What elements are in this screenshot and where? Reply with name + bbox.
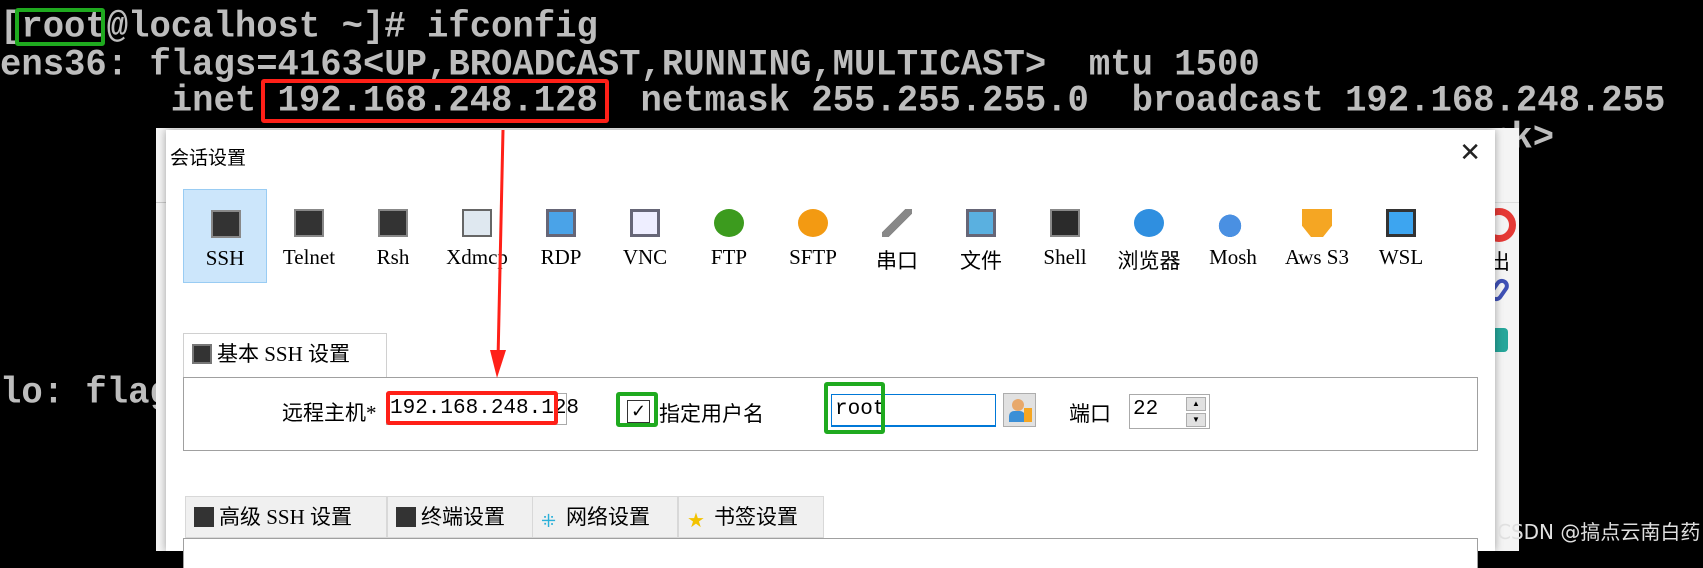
tab-label: 网络设置	[566, 505, 650, 529]
terminal-line-lo: lo: flag	[0, 370, 171, 414]
gears-icon	[396, 507, 416, 527]
protocol-ssh[interactable]: SSH	[183, 189, 267, 283]
tab-basic-ssh[interactable]: 基本 SSH 设置	[183, 333, 387, 378]
globe-icon	[1134, 209, 1164, 237]
highlight-remote-host	[386, 391, 558, 425]
terminal-line-inet: inet 192.168.248.128 netmask 255.255.255…	[0, 78, 1666, 122]
windows-monitor-icon	[546, 209, 576, 237]
x-monitor-icon	[462, 209, 492, 237]
close-icon[interactable]: ✕	[1459, 138, 1481, 168]
highlight-ip-address	[261, 79, 609, 123]
green-globe-icon	[714, 209, 744, 237]
port-decrement-button[interactable]: ▼	[1186, 413, 1206, 427]
gears-icon	[378, 209, 408, 237]
port-label: 端口	[1069, 402, 1111, 426]
cubes-icon	[1302, 209, 1332, 237]
terminal-icon	[1050, 209, 1080, 237]
tab-advanced-ssh[interactable]: 高级 SSH 设置	[185, 496, 387, 538]
tab-network-settings[interactable]: ⁜ 网络设置	[532, 496, 678, 538]
tab-terminal-settings[interactable]: 终端设置	[387, 496, 533, 538]
globe-monitor-icon	[966, 209, 996, 237]
specify-user-label: 指定用户名	[659, 402, 764, 426]
session-settings-dialog: 会话设置 ✕ SSH Telnet Rsh Xdmcp RDP VNC FTP SFTP 串口文…	[166, 130, 1495, 568]
user-key-button[interactable]	[1003, 393, 1036, 427]
highlight-checkbox	[616, 392, 658, 427]
protocol-rsh[interactable]: Rsh	[351, 189, 435, 283]
protocol-mosh[interactable]: Mosh	[1191, 189, 1275, 283]
satellite-dish-icon	[1218, 209, 1248, 237]
protocol-vnc[interactable]: VNC	[603, 189, 687, 283]
protocol-shell[interactable]: Shell	[1023, 189, 1107, 283]
highlight-username	[824, 382, 885, 434]
protocol-文件[interactable]: 文件	[939, 189, 1023, 283]
protocol-ftp[interactable]: FTP	[687, 189, 771, 283]
protocol-sftp[interactable]: SFTP	[771, 189, 855, 283]
watermark: CSDN @搞点云南白药	[1497, 520, 1701, 544]
plug-icon	[882, 209, 912, 237]
protocol-telnet[interactable]: Telnet	[267, 189, 351, 283]
remote-host-label: 远程主机*	[282, 401, 377, 425]
gem-icon	[294, 209, 324, 237]
protocol-浏览器[interactable]: 浏览器	[1107, 189, 1191, 283]
key-icon	[211, 210, 241, 238]
dialog-title: 会话设置	[170, 147, 247, 169]
protocol-xdmcp[interactable]: Xdmcp	[435, 189, 519, 283]
tab-label: 书签设置	[714, 505, 798, 529]
vnc-monitor-icon	[630, 209, 660, 237]
tab-label: 高级 SSH 设置	[219, 505, 353, 529]
windows-icon	[1386, 209, 1416, 237]
orange-globe-icon	[798, 209, 828, 237]
key-icon	[192, 344, 212, 364]
port-increment-button[interactable]: ▲	[1186, 397, 1206, 411]
protocol-wsl[interactable]: WSL	[1359, 189, 1443, 283]
network-icon: ⁜	[541, 511, 557, 531]
tab-label: 基本 SSH 设置	[217, 342, 351, 366]
protocol-rdp[interactable]: RDP	[519, 189, 603, 283]
protocol-串口[interactable]: 串口	[855, 189, 939, 283]
key-icon	[194, 507, 214, 527]
star-icon: ★	[687, 510, 705, 532]
tab-bookmark-settings[interactable]: ★ 书签设置	[678, 496, 824, 538]
protocol-aws-s3[interactable]: Aws S3	[1275, 189, 1359, 283]
protocol-label: WSL	[1378, 245, 1424, 269]
advanced-panel	[183, 538, 1478, 568]
tab-label: 终端设置	[421, 505, 505, 529]
highlight-root-user	[15, 8, 105, 46]
